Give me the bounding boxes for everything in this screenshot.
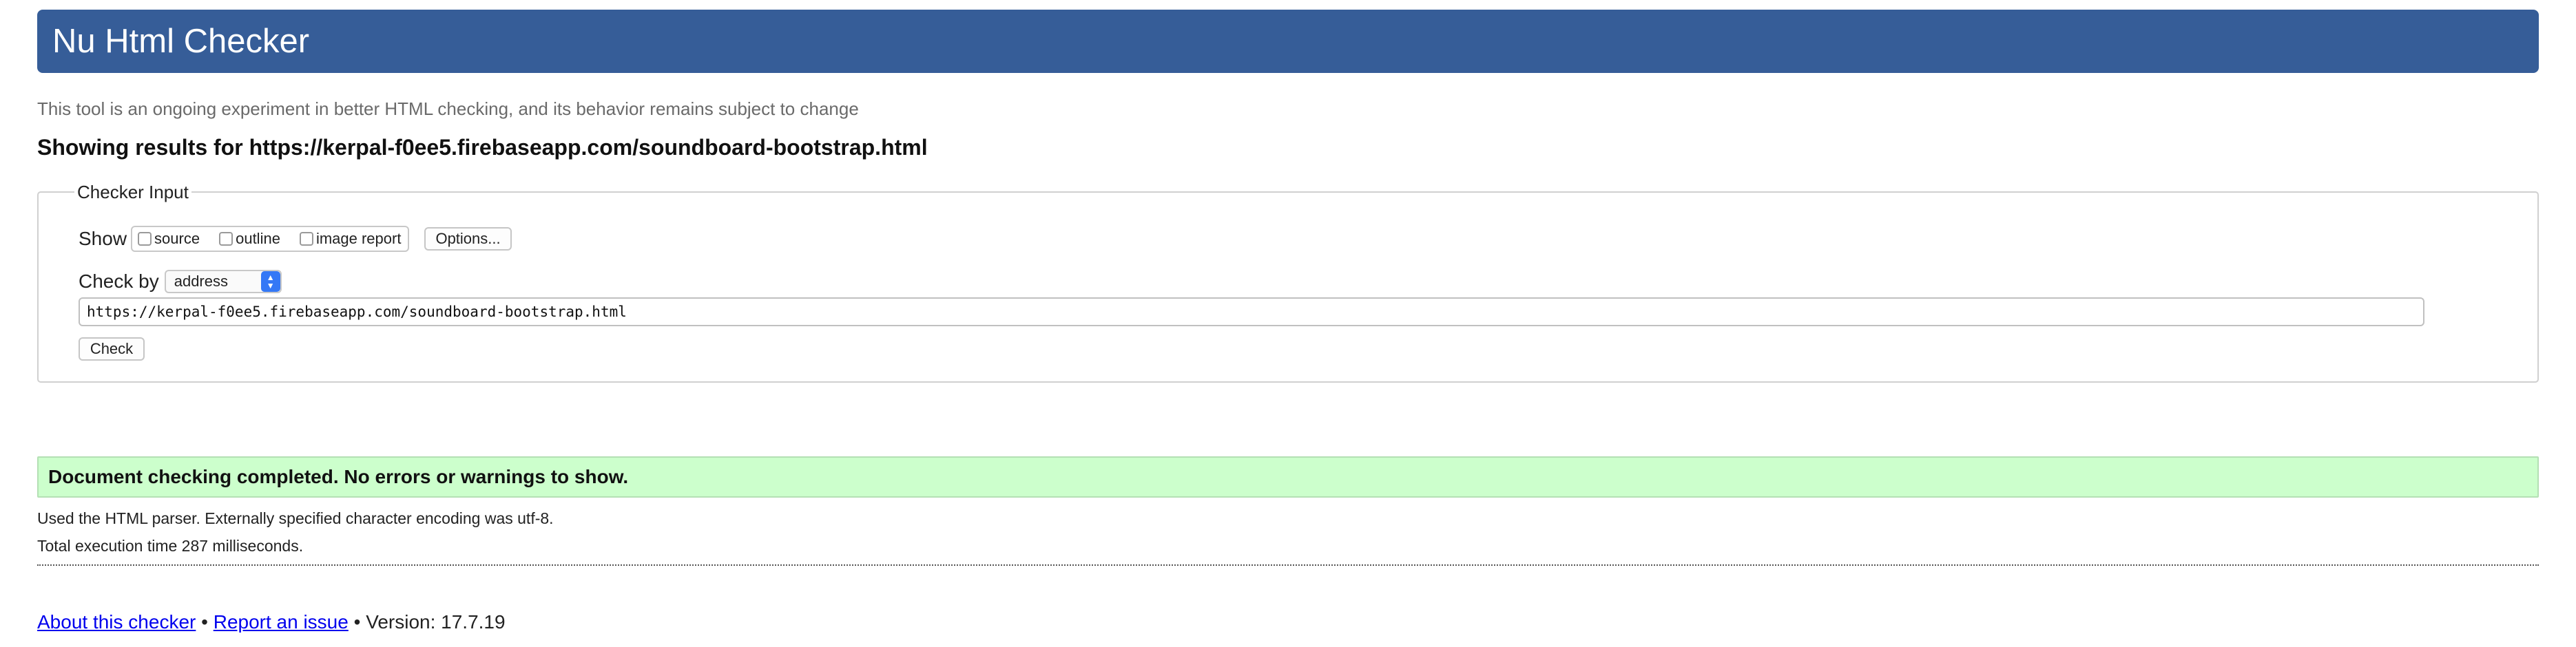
check-by-row: Check by address ▲ ▼ — [79, 270, 282, 293]
show-label: Show — [79, 228, 127, 249]
footer-separator-2: • — [353, 611, 361, 633]
source-checkbox-wrapper[interactable]: source — [138, 230, 200, 248]
show-row: Show source outline image report Options… — [79, 226, 512, 252]
footer-separator: • — [201, 611, 208, 633]
options-button[interactable]: Options... — [424, 227, 512, 251]
divider — [37, 564, 2539, 566]
url-input[interactable] — [79, 297, 2424, 326]
parser-info: Used the HTML parser. Externally specifi… — [37, 509, 554, 527]
select-arrows-icon: ▲ ▼ — [260, 271, 280, 292]
version-text: Version: 17.7.19 — [366, 611, 506, 633]
header-banner: Nu Html Checker — [37, 10, 2539, 73]
check-by-label: Check by — [79, 271, 159, 292]
success-message: Document checking completed. No errors o… — [37, 456, 2539, 498]
report-issue-link[interactable]: Report an issue — [214, 611, 349, 633]
about-checker-link[interactable]: About this checker — [37, 611, 196, 633]
check-button[interactable]: Check — [79, 337, 145, 361]
app-title: Nu Html Checker — [52, 23, 310, 60]
results-title: Showing results for https://kerpal-f0ee5… — [37, 135, 928, 160]
outline-checkbox-wrapper[interactable]: outline — [219, 230, 280, 248]
outline-checkbox[interactable] — [219, 232, 233, 246]
image-report-checkbox-wrapper[interactable]: image report — [299, 230, 402, 248]
check-by-select[interactable]: address ▲ ▼ — [164, 270, 282, 293]
show-options-group: source outline image report — [131, 226, 410, 252]
check-by-selected-value: address — [174, 273, 228, 290]
tagline: This tool is an ongoing experiment in be… — [37, 98, 859, 119]
checker-input-fieldset: Checker Input Show source outline image … — [37, 182, 2539, 383]
checker-input-legend: Checker Input — [74, 182, 191, 203]
outline-checkbox-label: outline — [236, 230, 280, 247]
footer: About this checker • Report an issue • V… — [37, 611, 506, 633]
image-report-checkbox-label: image report — [315, 230, 402, 247]
image-report-checkbox[interactable] — [299, 232, 313, 246]
source-checkbox[interactable] — [138, 232, 152, 246]
source-checkbox-label: source — [154, 230, 200, 247]
execution-time: Total execution time 287 milliseconds. — [37, 537, 304, 555]
